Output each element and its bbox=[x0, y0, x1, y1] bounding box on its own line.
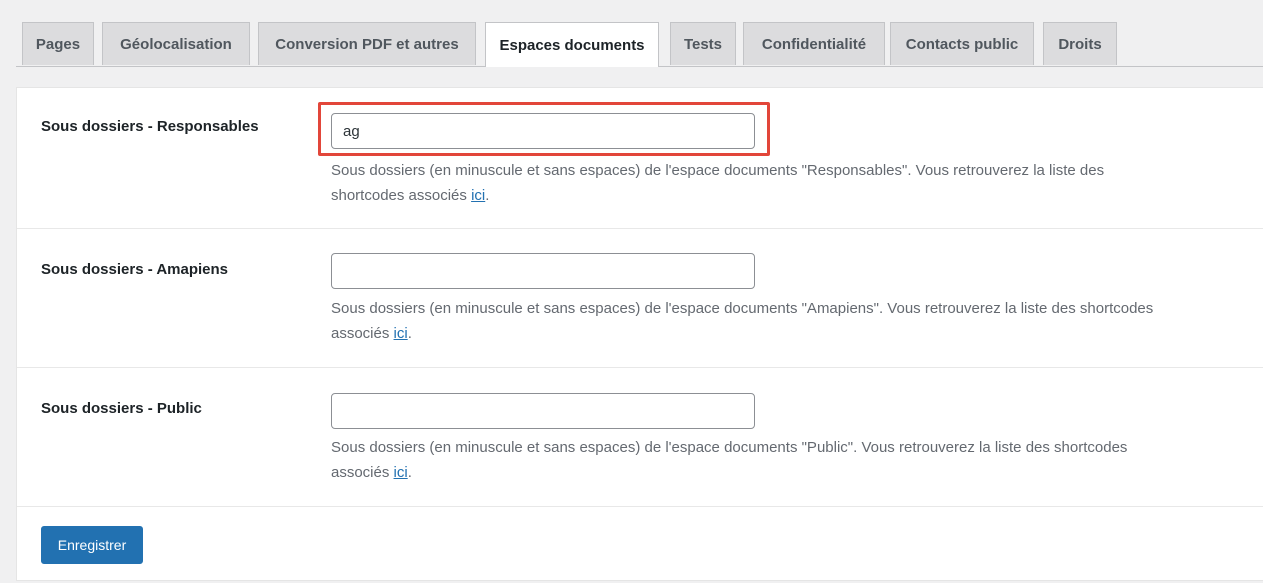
amapiens-subfolders-input[interactable] bbox=[331, 253, 755, 289]
shortcodes-link[interactable]: ici bbox=[471, 187, 485, 204]
field-row-public: Sous dossiers - Public Sous dossiers (en… bbox=[17, 368, 1263, 507]
field-description: Sous dossiers (en minuscule et sans espa… bbox=[331, 439, 1128, 481]
tab-tests[interactable]: Tests bbox=[670, 22, 736, 65]
field-description: Sous dossiers (en minuscule et sans espa… bbox=[331, 162, 1105, 204]
tab-espaces-documents[interactable]: Espaces documents bbox=[485, 22, 659, 67]
tab-geolocalisation[interactable]: Géolocalisation bbox=[102, 22, 250, 65]
field-label: Sous dossiers - Amapiens bbox=[41, 261, 229, 278]
tab-contacts-public[interactable]: Contacts public bbox=[890, 22, 1034, 65]
tab-conversion-pdf[interactable]: Conversion PDF et autres bbox=[258, 22, 476, 65]
public-subfolders-input[interactable] bbox=[331, 393, 755, 429]
field-label: Sous dossiers - Public bbox=[41, 400, 202, 417]
field-row-amapiens: Sous dossiers - Amapiens Sous dossiers (… bbox=[17, 229, 1263, 368]
save-button[interactable]: Enregistrer bbox=[41, 526, 143, 564]
settings-panel: Sous dossiers - Responsables Sous dossie… bbox=[16, 87, 1263, 581]
shortcodes-link[interactable]: ici bbox=[394, 464, 408, 481]
shortcodes-link[interactable]: ici bbox=[394, 325, 408, 342]
field-description: Sous dossiers (en minuscule et sans espa… bbox=[331, 300, 1154, 342]
tab-confidentialite[interactable]: Confidentialité bbox=[743, 22, 885, 65]
tab-pages[interactable]: Pages bbox=[22, 22, 94, 65]
tab-droits[interactable]: Droits bbox=[1043, 22, 1117, 65]
responsables-subfolders-input[interactable] bbox=[331, 113, 755, 149]
field-row-responsables: Sous dossiers - Responsables Sous dossie… bbox=[17, 88, 1263, 229]
settings-tabs: Pages Géolocalisation Conversion PDF et … bbox=[16, 22, 1263, 67]
field-label: Sous dossiers - Responsables bbox=[41, 118, 259, 135]
